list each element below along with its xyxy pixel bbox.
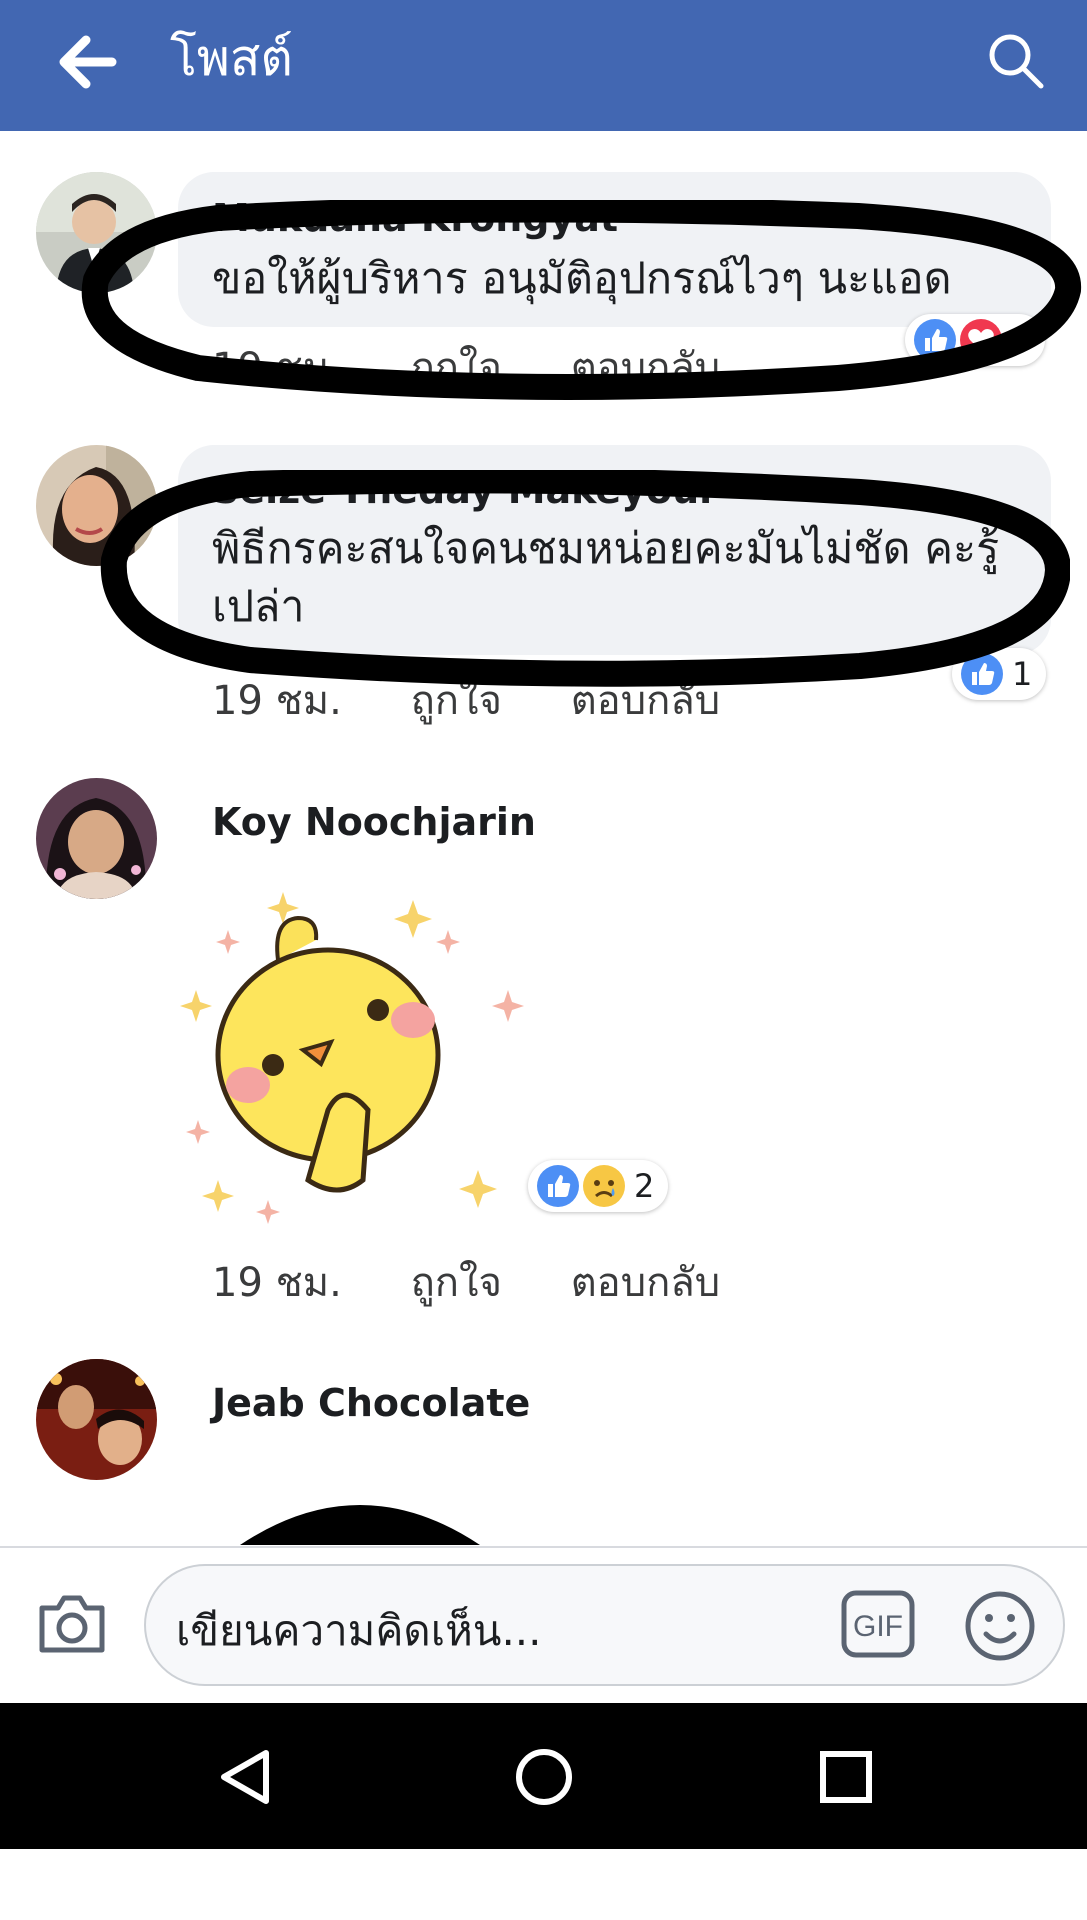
comment-time: 19 ชม. [212,678,342,724]
comment-author[interactable]: Seize Theday Makeyour [212,468,718,512]
reply-link[interactable]: ตอบกลับ [571,335,721,399]
comment-actions: 19 ชม. ถูกใจ ตอบกลับ [212,1250,776,1314]
comment-author[interactable]: Koy Noochjarin [212,800,536,844]
like-link[interactable]: ถูกใจ [411,668,502,732]
reply-link[interactable]: ตอบกลับ [571,1250,721,1314]
like-link[interactable]: ถูกใจ [411,1250,502,1314]
comment-actions: 19 ชม. ถูกใจ ตอบกลับ [212,668,776,732]
gif-button[interactable]: GIF [841,1590,915,1658]
comment-text: พิธีกรคะสนใจคนชมหน่อยคะมันไม่ชัด คะรู้เป… [212,524,1000,632]
comment-composer: เขียนความคิดเห็น... GIF [0,1546,1087,1702]
smiley-icon[interactable] [964,1590,1036,1662]
reaction-count: 4 [1011,321,1032,359]
comment-text: ขอให้ผู้บริหาร อนุมัติอุปกรณ์ไวๆ นะแอด [212,254,952,304]
avatar[interactable] [36,778,157,899]
nav-home-icon[interactable] [512,1745,576,1809]
comment-actions: 19 ชม. ถูกใจ ตอบกลับ [212,335,776,399]
like-icon [961,653,1003,695]
comment-time: 19 ชม. [212,345,342,391]
gif-label: GIF [853,1610,903,1643]
camera-icon[interactable] [36,1590,108,1656]
avatar[interactable] [36,445,157,566]
like-icon [914,319,956,361]
nav-recents-icon[interactable] [814,1745,878,1809]
comment-author[interactable]: Mukdana Krongyat [212,196,618,240]
comment-placeholder: เขียนความคิดเห็น... [176,1606,542,1655]
love-icon [960,319,1002,361]
system-navigation-bar [0,1703,1087,1849]
top-app-bar: โพสต์ [0,0,1087,131]
search-icon[interactable] [985,30,1047,92]
sticker-image [240,1505,480,1545]
page-title: โพสต์ [170,29,293,87]
avatar[interactable] [36,1359,157,1480]
reaction-summary[interactable]: 4 [905,314,1046,366]
reaction-summary[interactable]: 1 [952,648,1047,700]
sad-icon [583,1165,625,1207]
reaction-count: 1 [1012,655,1033,693]
nav-back-icon[interactable] [214,1745,278,1809]
back-arrow-icon[interactable] [52,30,122,94]
like-icon [537,1165,579,1207]
comment-input[interactable]: เขียนความคิดเห็น... GIF [144,1564,1065,1686]
reaction-count: 2 [634,1167,655,1205]
reply-link[interactable]: ตอบกลับ [571,668,721,732]
comment-time: 19 ชม. [212,1260,342,1306]
comment-author[interactable]: Jeab Chocolate [212,1381,530,1425]
avatar[interactable] [36,172,157,293]
like-link[interactable]: ถูกใจ [411,335,502,399]
sticker-image[interactable] [178,880,558,1230]
reaction-summary[interactable]: 2 [528,1160,669,1212]
